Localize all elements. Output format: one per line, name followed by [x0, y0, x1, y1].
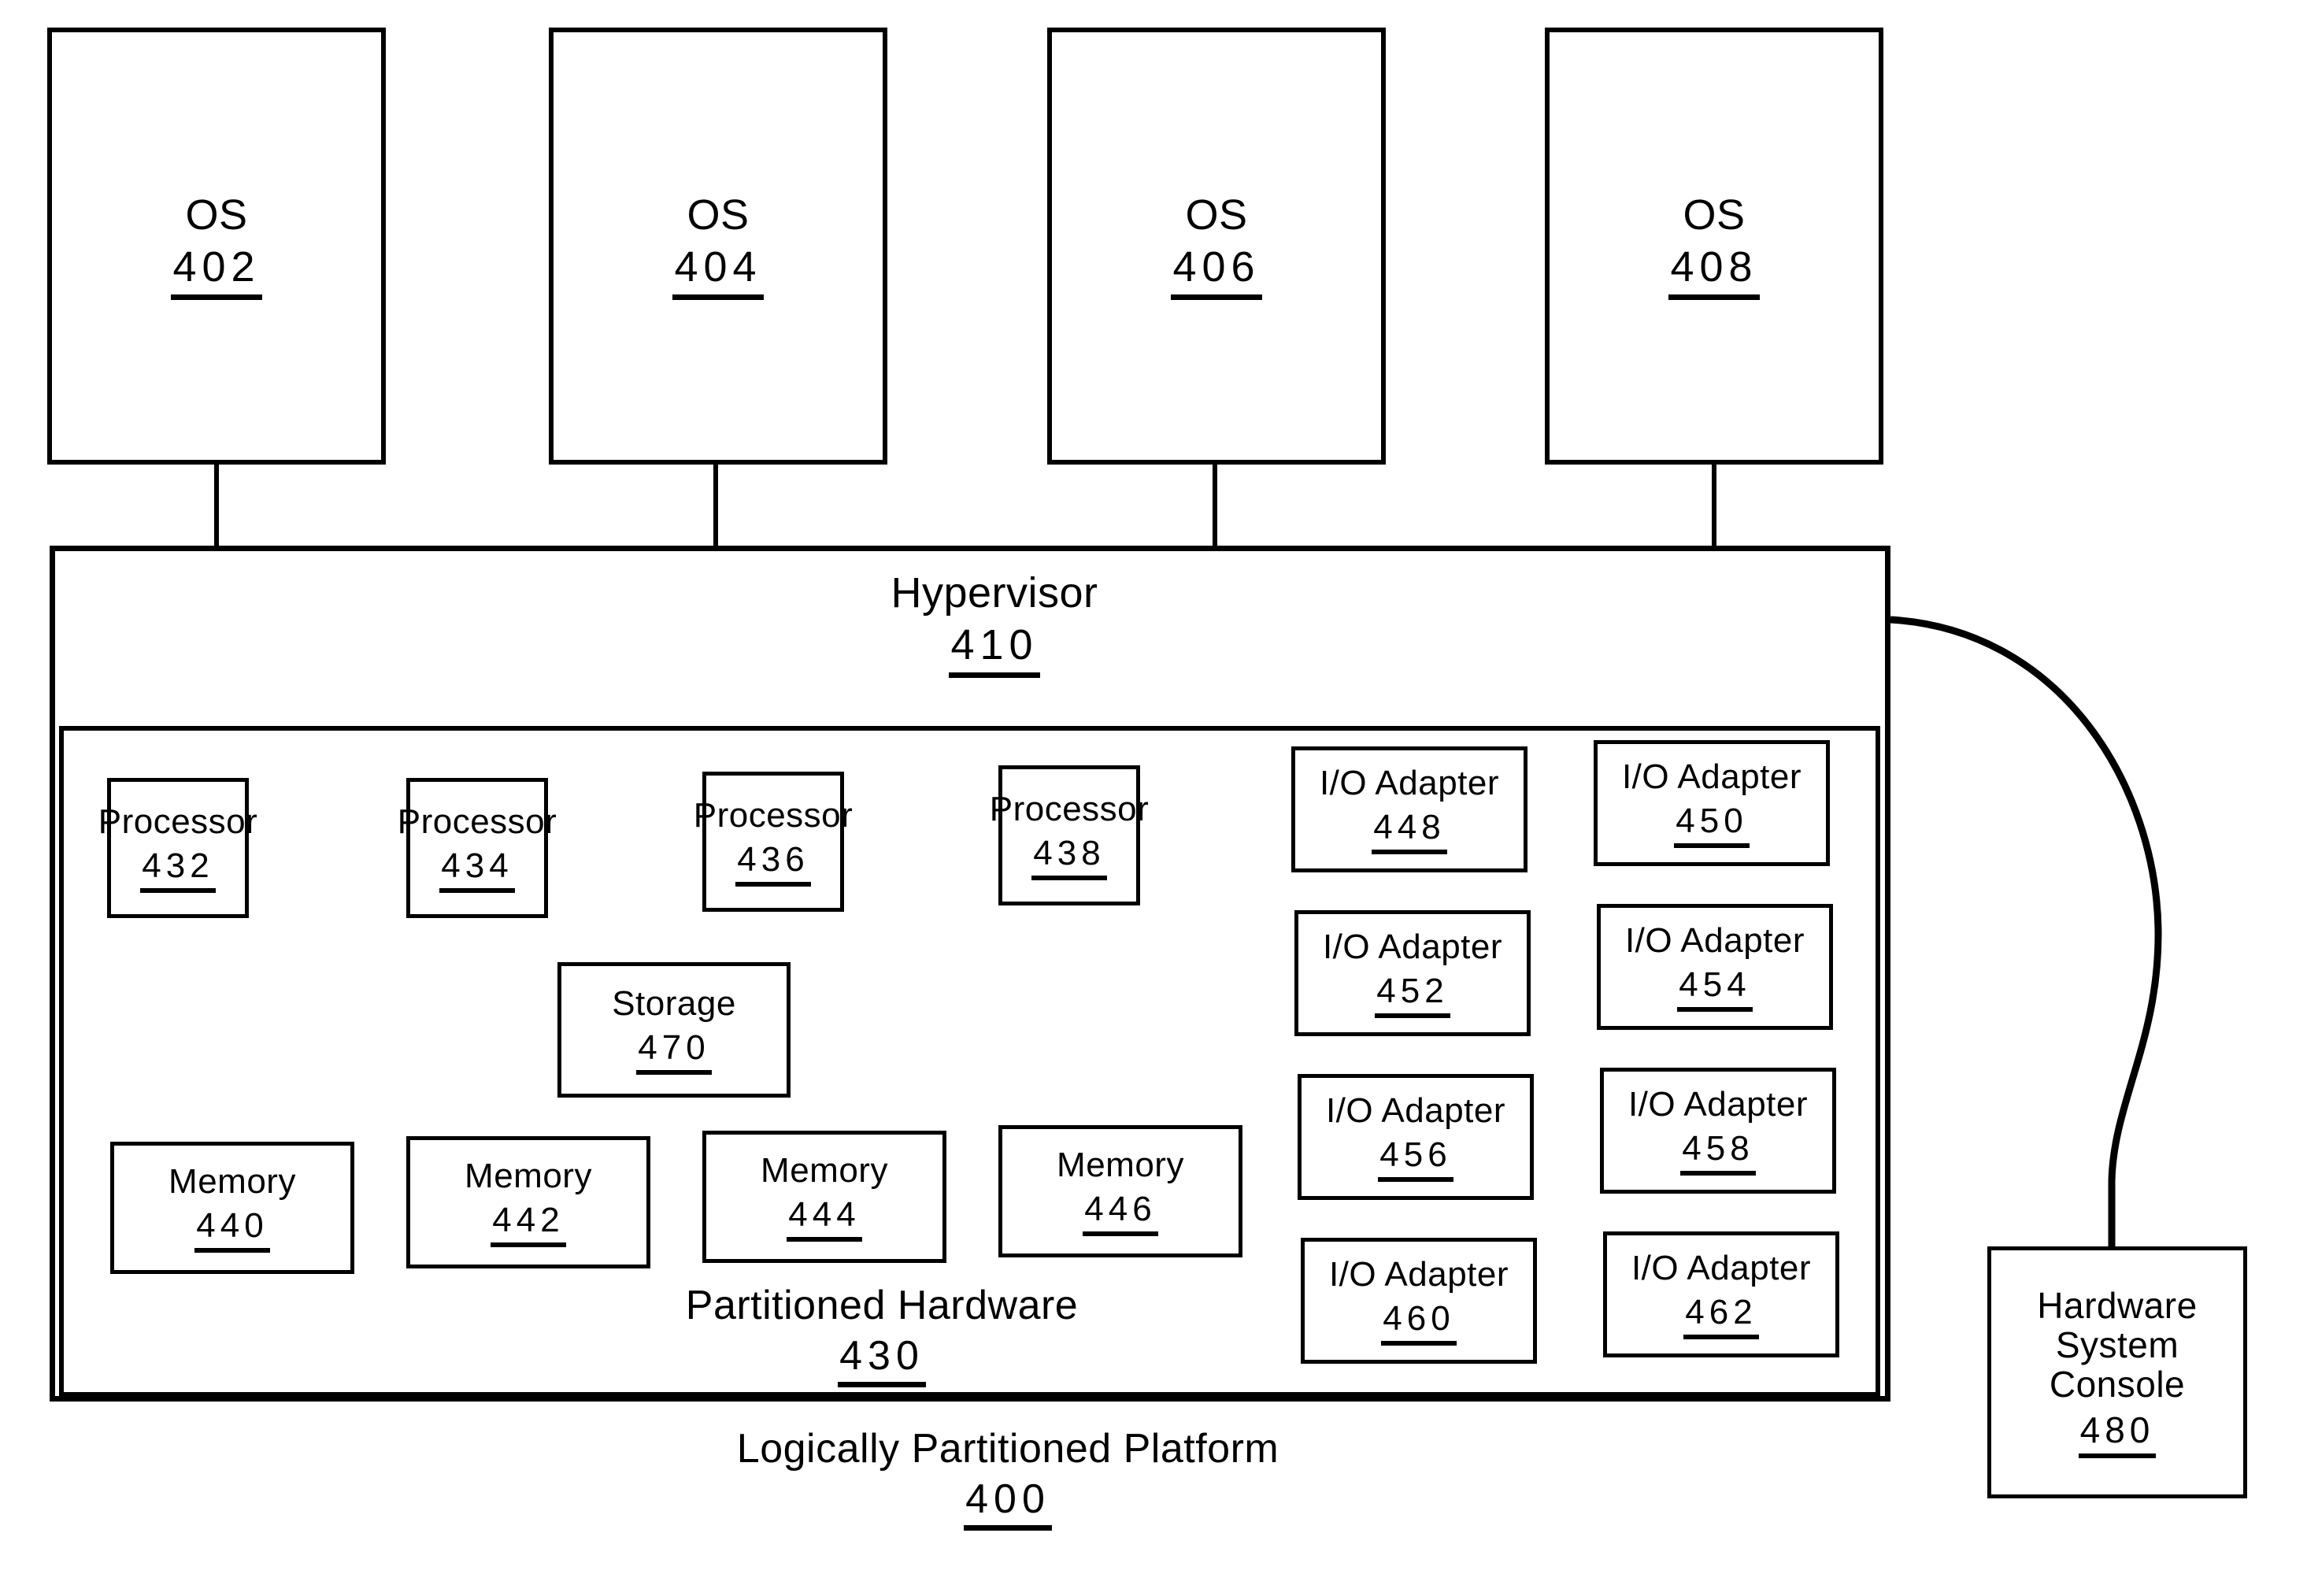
- io-adapter-box-456: I/O Adapter 456: [1298, 1074, 1534, 1200]
- processor-box-436-ref: 436: [735, 840, 811, 887]
- processor-box-436: Processor 436: [694, 772, 853, 912]
- connector-os-404-to-hypervisor: [713, 463, 718, 550]
- memory-box-442-label: Memory: [465, 1157, 592, 1196]
- io-adapter-box-454-ref: 454: [1677, 965, 1753, 1012]
- io-adapter-box-450-label: I/O Adapter: [1621, 757, 1802, 797]
- io-adapter-box-460-ref: 460: [1381, 1299, 1457, 1346]
- memory-box-442-ref: 442: [491, 1201, 566, 1247]
- io-adapter-box-450: I/O Adapter 450: [1594, 740, 1830, 866]
- memory-box-444-ref: 444: [787, 1195, 862, 1242]
- memory-box-446-ref: 446: [1083, 1190, 1158, 1236]
- connector-os-402-to-hypervisor: [214, 463, 219, 550]
- io-adapter-box-454: I/O Adapter 454: [1597, 904, 1833, 1030]
- storage-box-470: Storage 470: [557, 962, 791, 1098]
- memory-box-444-label: Memory: [761, 1151, 888, 1191]
- processor-box-438-label: Processor: [989, 790, 1150, 829]
- partitioned-hardware-caption: Partitioned Hardware 430: [551, 1283, 1213, 1388]
- io-adapter-box-452-label: I/O Adapter: [1322, 928, 1503, 967]
- os-box-404: OS 404: [549, 28, 887, 465]
- processor-box-438: Processor 438: [990, 765, 1149, 905]
- os-box-402-label: OS: [185, 191, 248, 239]
- processor-box-438-ref: 438: [1031, 834, 1107, 880]
- io-adapter-box-462: I/O Adapter 462: [1603, 1231, 1839, 1357]
- os-box-402: OS 402: [47, 28, 386, 465]
- hardware-system-console-label-line1: Hardware: [2037, 1285, 2198, 1327]
- memory-box-440-label: Memory: [168, 1162, 296, 1202]
- logically-partitioned-platform-ref: 400: [964, 1476, 1052, 1531]
- io-adapter-box-452-ref: 452: [1375, 972, 1450, 1018]
- partitioned-hardware-ref: 430: [838, 1333, 926, 1388]
- os-box-408-ref: 408: [1668, 244, 1760, 300]
- os-box-402-ref: 402: [171, 244, 262, 300]
- io-adapter-box-458-ref: 458: [1680, 1129, 1756, 1176]
- processor-box-432: Processor 432: [98, 778, 257, 918]
- memory-box-446: Memory 446: [998, 1125, 1242, 1257]
- hardware-system-console-ref: 480: [2078, 1410, 2157, 1458]
- io-adapter-box-460-label: I/O Adapter: [1328, 1255, 1509, 1294]
- memory-box-440: Memory 440: [110, 1142, 354, 1274]
- memory-box-442: Memory 442: [406, 1136, 650, 1268]
- io-adapter-box-462-ref: 462: [1683, 1293, 1759, 1339]
- os-box-406-ref: 406: [1171, 244, 1262, 300]
- hardware-system-console-box: Hardware System Console 480: [1987, 1246, 2247, 1498]
- hypervisor-label: Hypervisor: [891, 569, 1098, 617]
- os-box-408: OS 408: [1545, 28, 1883, 465]
- hardware-system-console-label-line2: System: [2055, 1324, 2179, 1365]
- io-adapter-box-448: I/O Adapter 448: [1291, 746, 1528, 872]
- io-adapter-box-456-label: I/O Adapter: [1325, 1091, 1506, 1131]
- processor-box-436-label: Processor: [693, 796, 854, 835]
- memory-box-444: Memory 444: [702, 1131, 946, 1263]
- os-box-408-label: OS: [1683, 191, 1746, 239]
- logically-partitioned-platform-caption: Logically Partitioned Platform 400: [646, 1427, 1370, 1531]
- partitioned-hardware-label: Partitioned Hardware: [685, 1283, 1079, 1328]
- connector-os-406-to-hypervisor: [1213, 463, 1217, 550]
- io-adapter-box-458-label: I/O Adapter: [1627, 1085, 1809, 1124]
- hardware-system-console-label-line3: Console: [2049, 1363, 2186, 1405]
- io-adapter-box-454-label: I/O Adapter: [1624, 921, 1805, 961]
- os-box-406: OS 406: [1047, 28, 1386, 465]
- connector-os-408-to-hypervisor: [1712, 463, 1716, 550]
- processor-box-432-label: Processor: [98, 802, 258, 842]
- os-box-404-ref: 404: [672, 244, 764, 300]
- io-adapter-box-458: I/O Adapter 458: [1600, 1068, 1836, 1194]
- io-adapter-box-456-ref: 456: [1378, 1135, 1453, 1182]
- processor-box-434: Processor 434: [398, 778, 557, 918]
- storage-box-470-label: Storage: [612, 984, 736, 1024]
- io-adapter-box-448-ref: 448: [1372, 808, 1447, 854]
- processor-box-434-ref: 434: [439, 846, 515, 893]
- storage-box-470-ref: 470: [636, 1028, 712, 1075]
- io-adapter-box-462-label: I/O Adapter: [1631, 1249, 1812, 1288]
- figure-canvas: OS 402 OS 404 OS 406 OS 408 Hypervisor 4…: [0, 0, 2307, 1596]
- memory-box-440-ref: 440: [194, 1206, 270, 1253]
- memory-box-446-label: Memory: [1057, 1146, 1184, 1185]
- hypervisor-title-group: Hypervisor 410: [758, 570, 1231, 678]
- io-adapter-box-452: I/O Adapter 452: [1294, 910, 1531, 1036]
- io-adapter-box-450-ref: 450: [1674, 802, 1750, 848]
- io-adapter-box-448-label: I/O Adapter: [1319, 764, 1500, 803]
- hypervisor-ref: 410: [949, 621, 1040, 678]
- io-adapter-box-460: I/O Adapter 460: [1301, 1238, 1537, 1364]
- logically-partitioned-platform-label: Logically Partitioned Platform: [736, 1426, 1279, 1472]
- os-box-404-label: OS: [687, 191, 750, 239]
- processor-box-432-ref: 432: [140, 846, 216, 893]
- processor-box-434-label: Processor: [397, 802, 557, 842]
- os-box-406-label: OS: [1185, 191, 1248, 239]
